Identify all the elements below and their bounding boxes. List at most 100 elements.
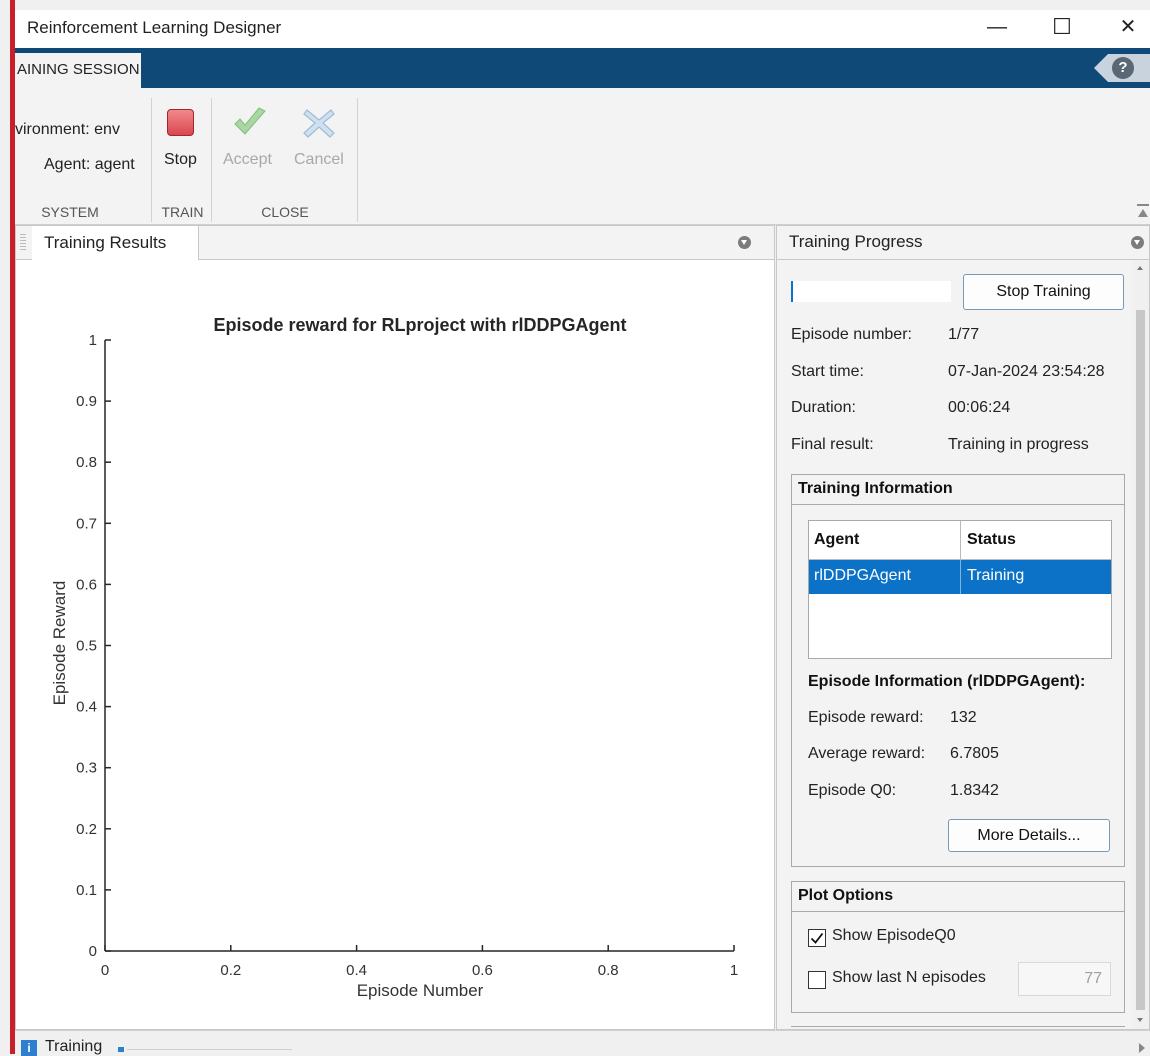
scroll-up-icon[interactable] (1137, 266, 1143, 270)
duration-value: 00:06:24 (948, 399, 1011, 416)
stop-training-button[interactable]: Stop Training (963, 274, 1124, 310)
top-strip (0, 0, 1150, 10)
training-progress-panel: Training Progress Stop Training Episode … (776, 225, 1150, 1030)
x-tick-label: 0 (101, 962, 109, 979)
x-icon (303, 109, 335, 138)
x-tick-label: 0.8 (598, 962, 619, 979)
checkmark-icon (234, 107, 266, 135)
plot-area (105, 340, 734, 951)
column-divider (960, 560, 961, 594)
status-cell: Training (967, 567, 1025, 584)
window-edge (10, 0, 15, 1054)
ribbon-divider (151, 98, 152, 222)
help-icon[interactable]: ? (1112, 57, 1134, 79)
table-row[interactable]: rlDDPGAgent Training (809, 560, 1111, 594)
agent-label: Agent: agent (44, 156, 135, 173)
y-axis-label: Episode Reward (50, 580, 69, 706)
plot-options-box: Plot Options Show EpisodeQ0 Show last N … (791, 881, 1125, 1013)
x-tick-label: 0.2 (220, 962, 241, 979)
column-header-agent[interactable]: Agent (814, 531, 859, 549)
ribbon-divider (211, 98, 212, 222)
stop-icon (167, 109, 194, 136)
y-tick-label: 0.3 (76, 760, 97, 777)
training-information-header: Training Information (792, 475, 1124, 505)
episode-reward-chart: 0 0.2 0.4 0.6 0.8 1 0 0.1 0.2 0.3 0.4 0.5 0.6 0.7 0.8 0… (76, 332, 738, 979)
y-tick-label: 0.7 (76, 515, 97, 532)
y-tick-label: 0.2 (76, 821, 97, 838)
status-progress-track (127, 1049, 292, 1050)
final-result-value: Training in progress (948, 436, 1089, 453)
last-n-value: 77 (1084, 970, 1102, 987)
agent-cell: rlDDPGAgent (814, 567, 911, 584)
panel-menu-icon[interactable] (1131, 236, 1144, 249)
more-details-button[interactable]: More Details... (948, 819, 1110, 852)
accept-button[interactable]: Accept (218, 102, 278, 180)
scroll-down-icon[interactable] (1137, 1018, 1143, 1022)
x-tick-label: 0.6 (472, 962, 493, 979)
show-q0-label[interactable]: Show EpisodeQ0 (832, 927, 956, 945)
episode-number-value: 1/77 (948, 326, 980, 343)
minimize-button[interactable]: — (974, 10, 1020, 48)
field-label: Start time: (791, 363, 864, 380)
y-tick-label: 0 (89, 943, 97, 960)
environment-label: vironment: env (15, 121, 120, 138)
window-title: Reinforcement Learning Designer (27, 18, 282, 37)
status-bar: i Training (15, 1030, 1150, 1056)
help-area[interactable]: ? (1086, 54, 1150, 82)
group-system: SYSTEM (41, 204, 99, 220)
table-header: Agent Status (809, 521, 1111, 560)
episode-q0-value: 1.8342 (950, 782, 999, 799)
field-label: Episode reward: (808, 709, 924, 726)
field-label: Average reward: (808, 745, 926, 762)
episode-reward-value: 132 (950, 709, 977, 726)
show-q0-checkbox[interactable] (808, 929, 826, 947)
column-divider (960, 521, 961, 559)
plot-options-title: Plot Options (798, 887, 894, 904)
close-button[interactable]: ✕ (1105, 10, 1150, 48)
last-n-input[interactable]: 77 (1018, 962, 1111, 996)
stop-button[interactable]: Stop (158, 102, 206, 180)
training-results-panel: Training Results Episode reward for RLpr… (15, 225, 775, 1030)
column-header-status[interactable]: Status (967, 531, 1016, 549)
status-progress-indicator (118, 1047, 124, 1052)
progress-header: Training Progress (777, 226, 1149, 260)
x-tick-label: 0.4 (346, 962, 367, 979)
collapse-ribbon-icon[interactable] (1137, 204, 1149, 218)
group-train: TRAIN (161, 204, 204, 220)
show-last-n-checkbox[interactable] (808, 971, 826, 989)
y-tick-label: 0.4 (76, 699, 97, 716)
group-close: CLOSE (261, 204, 309, 220)
training-progress-bar (791, 281, 951, 302)
progress-title: Training Progress (789, 232, 923, 251)
expand-right-icon[interactable] (1139, 1043, 1145, 1053)
y-tick-label: 0.1 (76, 882, 97, 899)
window-titlebar: Reinforcement Learning Designer — ☐ ✕ (15, 10, 1150, 48)
cancel-button[interactable]: Cancel (287, 102, 349, 180)
section-divider (791, 1026, 1125, 1027)
plot-options-header: Plot Options (792, 882, 1124, 912)
training-information-box: Training Information Agent Status rlDDPG… (791, 474, 1125, 867)
status-text: Training (45, 1038, 103, 1055)
accept-label: Accept (223, 151, 272, 168)
start-time-value: 07-Jan-2024 23:54:28 (948, 363, 1105, 380)
x-axis-label: Episode Number (356, 981, 484, 1000)
scrollbar-thumb[interactable] (1136, 310, 1145, 1010)
ribbon-divider (357, 98, 358, 222)
show-last-n-label[interactable]: Show last N episodes (832, 969, 986, 987)
checkmark-icon (810, 932, 824, 944)
agent-table: Agent Status rlDDPGAgent Training (808, 520, 1112, 659)
field-label: Final result: (791, 436, 874, 453)
training-information-title: Training Information (798, 480, 953, 497)
ribbon: vironment: env Agent: agent Stop Accept … (15, 88, 1150, 225)
tab-training-session[interactable]: AINING SESSION (15, 53, 141, 88)
scrollbar[interactable] (1132, 260, 1149, 1029)
stop-label: Stop (164, 151, 197, 168)
x-tick-label: 1 (730, 962, 738, 979)
y-tick-label: 0.5 (76, 638, 97, 655)
toolstrip-tabbar: AINING SESSION ? (15, 48, 1150, 88)
cancel-label: Cancel (294, 151, 344, 168)
maximize-button[interactable]: ☐ (1039, 10, 1085, 48)
field-label: Duration: (791, 399, 856, 416)
field-label: Episode Q0: (808, 782, 897, 799)
y-tick-label: 0.6 (76, 576, 97, 593)
